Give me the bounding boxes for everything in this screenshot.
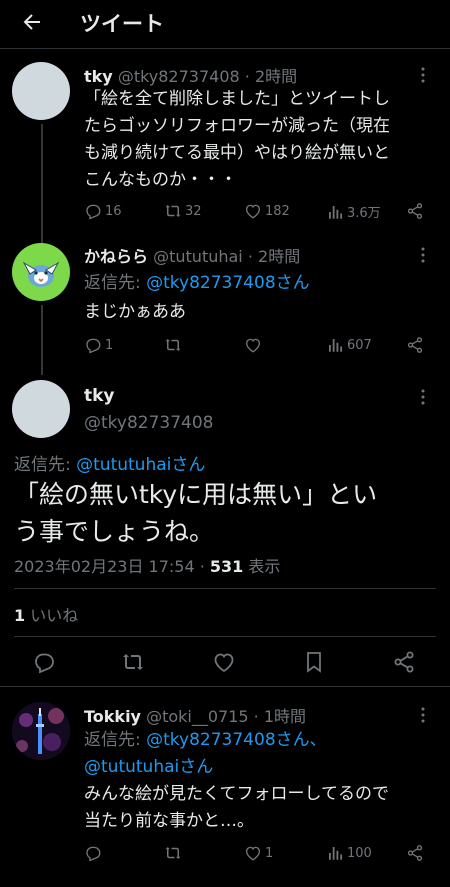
- reply-icon: [86, 204, 101, 220]
- separator-dot: ·: [247, 247, 253, 266]
- like-button[interactable]: 182: [244, 202, 290, 220]
- tweet-author-line: かねらら @tututuhai · 2時間: [84, 243, 300, 267]
- retweet-icon: [165, 339, 181, 351]
- reply-to-line: 返信先: @tututuhaiさん: [14, 450, 205, 475]
- author-handle[interactable]: @tututuhai: [153, 247, 243, 266]
- likes-label: いいね: [25, 606, 79, 625]
- views-button[interactable]: 607: [326, 336, 372, 354]
- share-icon: [407, 203, 423, 219]
- share-button[interactable]: [406, 336, 427, 354]
- more-options-icon[interactable]: [414, 66, 432, 84]
- page-title: ツイート: [80, 12, 164, 36]
- tweet-author-line: Tokkiy @toki__0715 · 1時間: [84, 703, 306, 727]
- more-options-icon[interactable]: [414, 388, 432, 406]
- reply-button[interactable]: 1: [84, 336, 113, 354]
- tweet-text: 「絵を全て削除しました」とツイートし たらゴッソリフォロワーが減った（現在 も減…: [84, 89, 390, 190]
- separator-dot: ·: [253, 707, 259, 726]
- tweet-datetime: 2023年02月23日 17:54 · 531 表示: [14, 553, 280, 577]
- reply-to-link[interactable]: @tututuhaiさん: [84, 757, 213, 777]
- reply-icon: [86, 338, 101, 354]
- retweet-icon: [123, 654, 143, 670]
- reply-icon: [35, 653, 54, 674]
- heart-icon: [245, 204, 261, 219]
- reply-to-link[interactable]: @tky82737408さん: [146, 273, 310, 293]
- divider: [14, 636, 436, 637]
- reply-button[interactable]: [32, 650, 56, 674]
- tweet-actions: [0, 650, 450, 674]
- author-name[interactable]: tky: [84, 386, 115, 406]
- retweet-button[interactable]: [121, 650, 145, 674]
- more-options-icon[interactable]: [414, 706, 432, 724]
- analytics-icon: [329, 205, 343, 219]
- back-arrow-icon[interactable]: [18, 8, 46, 36]
- reply-button[interactable]: [84, 844, 105, 862]
- reply-to-label: 返信先:: [14, 455, 77, 475]
- bookmark-button[interactable]: [302, 650, 326, 674]
- like-button[interactable]: 1: [244, 844, 273, 862]
- views-button[interactable]: 3.6万: [326, 202, 381, 221]
- bookmark-icon: [307, 652, 321, 673]
- retweet-icon: [165, 847, 181, 859]
- like-button[interactable]: [212, 650, 236, 674]
- tweet-actions: 1 607: [84, 336, 434, 356]
- retweet-button[interactable]: [164, 844, 185, 862]
- timestamp[interactable]: 2時間: [258, 247, 300, 266]
- tweet-author-line: tky @tky82737408 · 2時間: [84, 63, 297, 87]
- reply-to-link[interactable]: @tky82737408さん、: [146, 730, 327, 750]
- heart-icon: [245, 338, 261, 353]
- night-city-photo-icon: [12, 702, 70, 760]
- author-handle[interactable]: @tky82737408: [84, 413, 214, 433]
- divider: [14, 588, 436, 589]
- reply-icon: [86, 846, 101, 862]
- retweet-icon: [165, 205, 181, 217]
- avatar[interactable]: [12, 243, 70, 301]
- more-options-icon[interactable]: [414, 246, 432, 264]
- heart-icon: [245, 846, 261, 861]
- timestamp[interactable]: 1時間: [264, 707, 306, 726]
- reply-to-link[interactable]: @tututuhaiさん: [76, 455, 205, 475]
- like-button[interactable]: [244, 336, 265, 354]
- tweet-text: 「絵の無いtkyに用は無い」とい う事でしょうね。: [14, 480, 378, 546]
- share-icon: [394, 651, 414, 673]
- retweet-button[interactable]: 32: [164, 202, 202, 220]
- reply-button[interactable]: 16: [84, 202, 122, 220]
- avatar[interactable]: [12, 702, 70, 760]
- share-button[interactable]: [406, 844, 427, 862]
- author-name[interactable]: tky: [84, 67, 113, 86]
- share-icon: [407, 337, 423, 353]
- author-handle[interactable]: @toki__0715: [146, 707, 249, 726]
- character-avatar-icon: [22, 261, 60, 287]
- share-icon: [407, 845, 423, 861]
- views-label: 表示: [243, 557, 281, 576]
- reply-to-label: 返信先:: [84, 730, 147, 750]
- share-button[interactable]: [392, 650, 416, 674]
- tweet-text: 返信先: @tky82737408さん まじかぁああ: [84, 273, 310, 322]
- likes-count: 1: [14, 606, 26, 625]
- tweet-actions: 16 32 182 3.6万: [84, 202, 434, 222]
- views-button[interactable]: 100: [326, 844, 372, 862]
- top-bar: ツイート: [0, 0, 450, 49]
- avatar[interactable]: [12, 62, 70, 120]
- tweet-text: 返信先: @tky82737408さん、 @tututuhaiさん みんな絵が見…: [84, 730, 389, 831]
- retweet-button[interactable]: [164, 336, 185, 354]
- views-count: 531: [209, 557, 244, 576]
- datetime[interactable]: 2023年02月23日 17:54 ·: [14, 557, 210, 576]
- reply-to-label: 返信先:: [84, 273, 147, 293]
- tweet-actions: 1 100: [84, 844, 434, 864]
- divider: [0, 686, 450, 687]
- thread-line: [41, 305, 43, 375]
- analytics-icon: [329, 847, 343, 860]
- author-name[interactable]: かねらら: [84, 247, 148, 266]
- analytics-icon: [329, 339, 343, 352]
- share-button[interactable]: [406, 202, 427, 220]
- author-name[interactable]: Tokkiy: [84, 707, 141, 726]
- avatar[interactable]: [12, 380, 70, 438]
- author-handle[interactable]: @tky82737408: [118, 67, 240, 86]
- thread-line: [41, 124, 43, 244]
- likes-summary[interactable]: 1 いいね: [14, 602, 78, 626]
- separator-dot: ·: [244, 67, 250, 86]
- timestamp[interactable]: 2時間: [255, 67, 297, 86]
- heart-icon: [214, 653, 234, 673]
